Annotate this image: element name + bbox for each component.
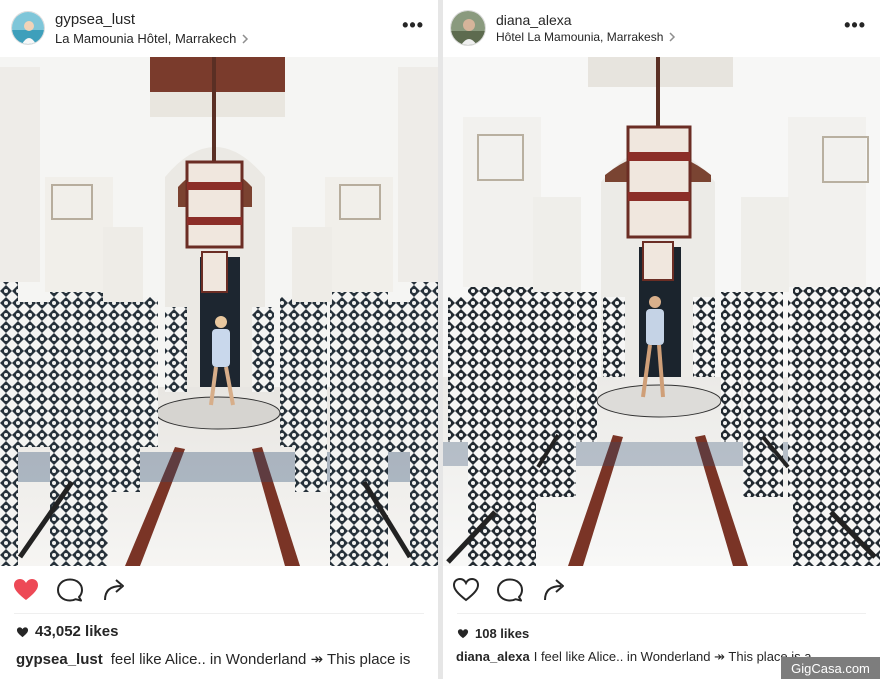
username[interactable]: gypsea_lust	[55, 11, 135, 28]
likes-label: 43,052 likes	[35, 623, 119, 640]
caption-text: I feel like Alice.. in Wonderland ↠ This…	[533, 649, 812, 664]
comparison-screenshot: gypsea_lust La Mamounia Hôtel, Marrakech…	[0, 0, 880, 679]
hallway-photo-left	[0, 57, 438, 566]
likes-label: 108 likes	[475, 626, 530, 641]
post-header: diana_alexa Hôtel La Mamounia, Marrakesh…	[443, 0, 880, 56]
post-header: gypsea_lust La Mamounia Hôtel, Marrakech…	[0, 0, 438, 56]
location-link[interactable]: La Mamounia Hôtel, Marrakech	[55, 31, 249, 46]
post-gypsea-lust: gypsea_lust La Mamounia Hôtel, Marrakech…	[0, 0, 438, 679]
comment-icon[interactable]	[496, 576, 524, 604]
post-photo[interactable]	[443, 57, 880, 566]
avatar[interactable]	[11, 11, 45, 45]
post-diana-alexa: diana_alexa Hôtel La Mamounia, Marrakesh…	[443, 0, 880, 679]
heart-icon[interactable]	[452, 576, 480, 604]
share-icon[interactable]	[541, 576, 569, 604]
caption-username[interactable]: gypsea_lust	[16, 651, 103, 668]
hallway-photo-right	[443, 57, 880, 566]
likes-count[interactable]: 43,052 likes	[16, 623, 118, 640]
heart-icon[interactable]	[12, 576, 40, 604]
more-options-icon[interactable]: •••	[402, 16, 424, 34]
username[interactable]: diana_alexa	[496, 12, 572, 28]
caption-text: feel like Alice.. in Wonderland ↠ This p…	[110, 651, 411, 668]
avatar[interactable]	[450, 10, 486, 46]
small-heart-icon	[16, 626, 29, 637]
action-bar	[0, 574, 438, 606]
likes-count[interactable]: 108 likes	[457, 626, 529, 641]
comment-icon[interactable]	[56, 576, 84, 604]
watermark: GigCasa.com	[781, 657, 880, 679]
small-heart-icon	[457, 629, 469, 639]
location-label: La Mamounia Hôtel, Marrakech	[55, 31, 237, 46]
divider	[457, 613, 866, 614]
share-icon[interactable]	[101, 576, 129, 604]
location-label: Hôtel La Mamounia, Marrakesh	[496, 30, 664, 44]
divider	[14, 613, 424, 614]
more-options-icon[interactable]: •••	[844, 16, 866, 34]
post-photo[interactable]	[0, 57, 438, 566]
caption: gypsea_lust feel like Alice.. in Wonderla…	[16, 650, 428, 668]
chevron-right-icon	[669, 32, 676, 42]
caption-username[interactable]: diana_alexa	[456, 649, 530, 664]
action-bar	[443, 574, 880, 606]
chevron-right-icon	[242, 33, 249, 44]
location-link[interactable]: Hôtel La Mamounia, Marrakesh	[496, 30, 676, 44]
